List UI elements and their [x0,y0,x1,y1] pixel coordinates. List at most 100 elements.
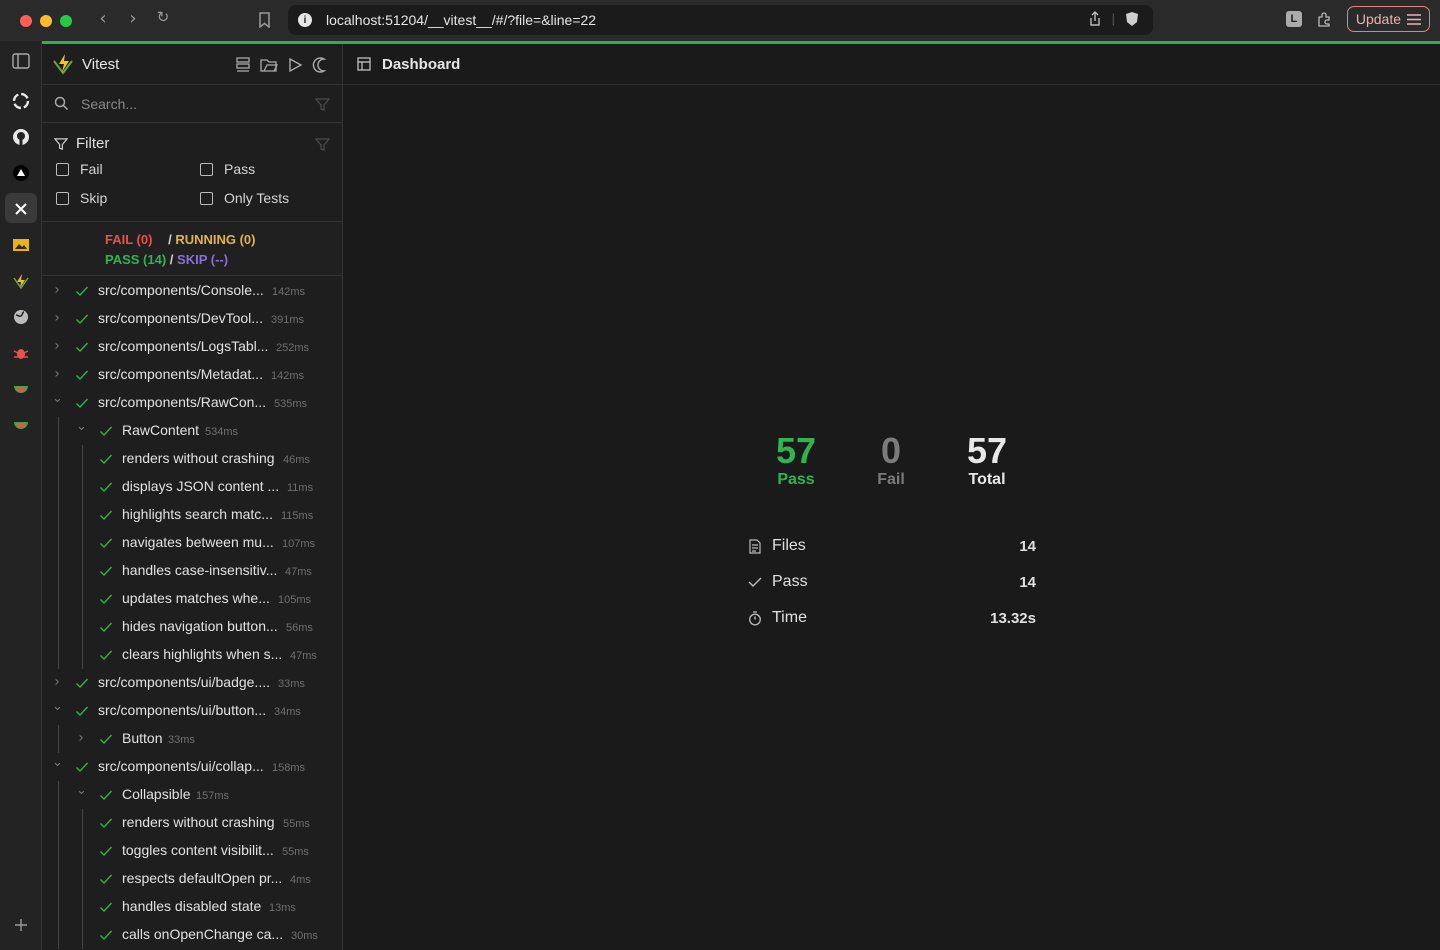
chevron-down-icon[interactable]: ⌄ [52,699,63,714]
sidebar-toggle-icon[interactable] [11,51,31,71]
test-suite-row[interactable]: ⌄ RawContent 534ms [42,417,342,445]
watermelon-icon[interactable] [11,379,31,399]
dark-mode-icon[interactable] [312,56,330,74]
test-case-row[interactable]: updates matches whe... 105ms [42,585,342,613]
back-icon[interactable]: ‹ [88,8,118,29]
skip-checkbox[interactable] [56,191,69,205]
maximize-window-button[interactable] [60,14,72,27]
files-value: 14 [1019,537,1036,555]
test-name: src/components/Console... [98,282,264,298]
filter-pass[interactable]: Pass [200,161,255,177]
pass-stat-value: 57 [775,430,817,471]
reload-icon[interactable]: ↻ [148,8,178,29]
chevron-right-icon[interactable]: › [52,338,62,354]
pass-check-icon [100,874,113,885]
close-window-button[interactable] [20,14,32,27]
clear-filter-icon-2[interactable] [315,137,330,152]
brave-shield-icon[interactable] [1125,11,1139,27]
browser-toolbar: ‹ › ↻ i localhost:51204/__vitest__/#/?fi… [0,0,1440,41]
chevron-right-icon[interactable]: › [52,310,62,326]
puzzle-icon[interactable] [1316,11,1333,28]
fail-stat-value: 0 [880,430,902,471]
test-case-row[interactable]: respects defaultOpen pr... 4ms [42,865,342,893]
share-icon[interactable] [1088,11,1102,27]
test-duration: 4ms [290,874,311,886]
search-input[interactable] [81,95,281,112]
bug-icon[interactable] [11,343,31,363]
test-file-row[interactable]: ⌄ src/components/ui/collap... 158ms [42,753,342,781]
chevron-down-icon[interactable]: ⌄ [52,391,63,406]
test-file-row[interactable]: ⌄ src/components/RawCon... 535ms [42,389,342,417]
chatgpt-icon[interactable] [11,91,31,111]
test-case-row[interactable]: handles disabled state 13ms [42,893,342,921]
only-tests-checkbox[interactable] [200,191,213,205]
vitest-icon[interactable] [11,271,31,291]
watermelon-icon-2[interactable] [11,415,31,435]
fail-checkbox[interactable] [56,162,69,176]
fail-count: FAIL (0) [105,232,153,247]
minimize-window-button[interactable] [40,14,52,27]
collapse-all-icon[interactable] [234,56,252,74]
clear-filter-icon[interactable] [315,97,330,112]
chevron-right-icon[interactable]: › [52,282,62,298]
tree-guide-line [58,725,59,753]
test-case-row[interactable]: displays JSON content ... 11ms [42,473,342,501]
test-suite-row[interactable]: › Button 33ms [42,725,342,753]
test-case-row[interactable]: calls onOpenChange ca... 30ms [42,921,342,949]
test-file-row[interactable]: › src/components/Console... 142ms [42,277,342,305]
x-icon[interactable] [11,199,31,219]
test-name: renders without crashing [122,450,275,466]
extension-l-icon[interactable]: L [1285,11,1302,27]
test-duration: 55ms [283,818,310,830]
chevron-down-icon[interactable]: ⌄ [76,419,87,434]
run-tests-icon[interactable] [286,56,304,74]
test-case-row[interactable]: renders without crashing 46ms [42,445,342,473]
pass-checkbox[interactable] [200,162,213,176]
test-name: src/components/DevTool... [98,310,263,326]
pass-check-icon [76,678,89,689]
test-case-row[interactable]: hides navigation button... 56ms [42,613,342,641]
address-bar[interactable]: i localhost:51204/__vitest__/#/?file=&li… [288,5,1153,35]
pass-check-icon [76,706,89,717]
open-folder-icon[interactable] [260,56,278,74]
chevron-right-icon[interactable]: › [76,730,86,746]
pass-check-icon [76,370,89,381]
test-suite-row[interactable]: ⌄ Collapsible 157ms [42,781,342,809]
update-button[interactable]: Update [1346,6,1430,32]
add-icon[interactable] [11,915,31,935]
pass-check-icon [76,762,89,773]
globe-icon[interactable] [11,307,31,327]
test-duration: 252ms [276,342,310,354]
test-case-row[interactable]: renders without crashing 55ms [42,809,342,837]
url-text[interactable]: localhost:51204/__vitest__/#/?file=&line… [326,12,596,28]
test-file-row[interactable]: › src/components/ui/badge.... 33ms [42,669,342,697]
test-case-row[interactable]: clears highlights when s... 47ms [42,641,342,669]
update-label: Update [1355,11,1401,27]
site-info-icon[interactable]: i [298,13,312,27]
github-icon[interactable] [11,127,31,147]
forward-icon[interactable]: › [118,8,148,29]
bookmark-icon[interactable] [258,12,271,28]
pass-count: PASS (14) [105,252,167,267]
image-app-icon[interactable] [11,235,31,255]
chevron-right-icon[interactable]: › [52,674,62,690]
test-case-row[interactable]: navigates between mu... 107ms [42,529,342,557]
pass-check-icon [100,482,113,493]
test-case-row[interactable]: highlights search matc... 115ms [42,501,342,529]
dashboard-title: Dashboard [382,55,461,73]
test-case-row[interactable]: handles case-insensitiv... 47ms [42,557,342,585]
test-file-row[interactable]: › src/components/DevTool... 391ms [42,305,342,333]
test-file-row[interactable]: › src/components/Metadat... 142ms [42,361,342,389]
filter-only-tests[interactable]: Only Tests [200,190,289,206]
test-file-row[interactable]: › src/components/LogsTabl... 252ms [42,333,342,361]
chevron-down-icon[interactable]: ⌄ [52,755,63,770]
chevron-down-icon[interactable]: ⌄ [76,783,87,798]
filter-skip[interactable]: Skip [56,190,107,206]
chevron-right-icon[interactable]: › [52,366,62,382]
pass-value: 14 [1019,573,1036,591]
vercel-icon[interactable] [11,163,31,183]
filter-fail[interactable]: Fail [56,161,103,177]
test-case-row[interactable]: toggles content visibilit... 55ms [42,837,342,865]
time-label: Time [772,609,807,626]
test-file-row[interactable]: ⌄ src/components/ui/button... 34ms [42,697,342,725]
